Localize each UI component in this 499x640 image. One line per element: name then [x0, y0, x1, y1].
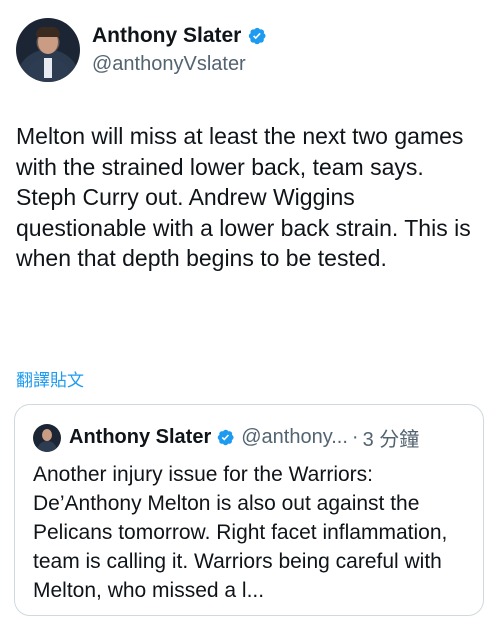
- verified-badge-icon: [249, 27, 266, 45]
- quoted-tweet-text: Another injury issue for the Warriors: D…: [33, 463, 448, 602]
- tweet-text: Melton will miss at least the next two g…: [16, 123, 471, 271]
- quoted-author-name: Anthony Slater: [69, 426, 212, 448]
- tweet-header: Anthony Slater @anthonyVslater: [16, 18, 267, 82]
- author-names: Anthony Slater @anthonyVslater: [92, 23, 267, 77]
- quoted-timestamp: 3 分鐘: [362, 429, 420, 451]
- author-handle[interactable]: @anthonyVslater: [92, 51, 267, 77]
- author-avatar[interactable]: [16, 18, 80, 82]
- quoted-tweet-card[interactable]: Anthony Slater @anthony... · 3 分鐘 Anothe…: [14, 404, 484, 616]
- verified-badge-icon: [217, 429, 234, 446]
- quoted-author-avatar: [33, 423, 61, 452]
- quoted-author-handle: @anthony...: [241, 426, 348, 448]
- separator-dot: ·: [351, 426, 359, 448]
- quoted-tweet-header: Anthony Slater @anthony... · 3 分鐘: [33, 423, 419, 452]
- author-name-row: Anthony Slater: [92, 23, 267, 49]
- translate-post-link[interactable]: 翻譯貼文: [16, 366, 84, 391]
- author-name[interactable]: Anthony Slater: [92, 23, 241, 49]
